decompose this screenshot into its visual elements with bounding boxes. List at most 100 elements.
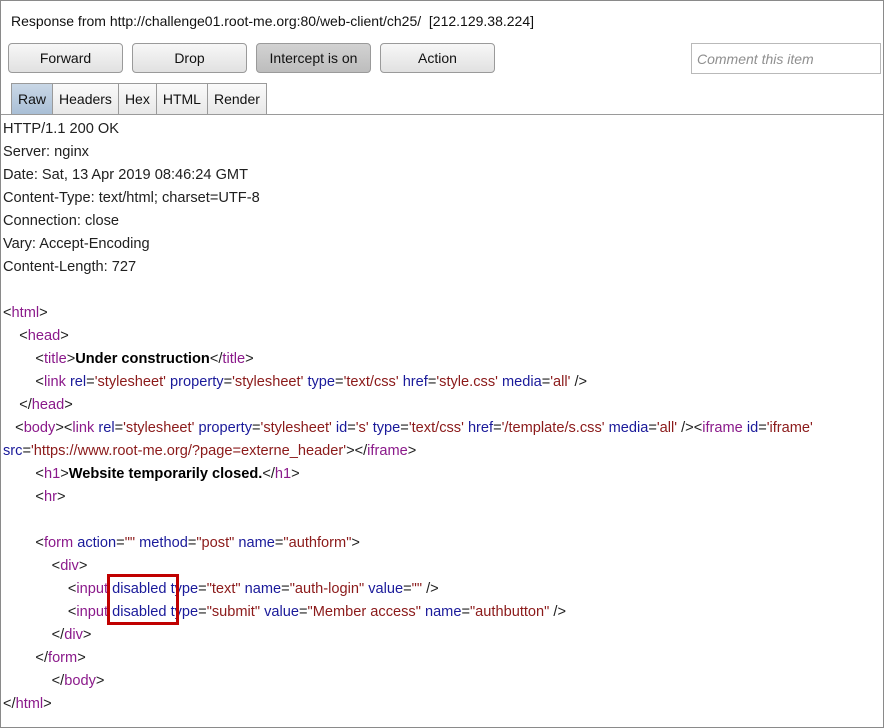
attribute-value: "auth-login" bbox=[289, 581, 365, 597]
tag-name: head bbox=[27, 328, 61, 344]
source-text: = bbox=[252, 420, 261, 436]
attribute-name: id bbox=[335, 420, 348, 436]
forward-button[interactable]: Forward bbox=[8, 43, 123, 73]
tab-raw[interactable]: Raw bbox=[11, 83, 54, 114]
attribute-name: action bbox=[77, 535, 117, 551]
attribute-name: name bbox=[238, 535, 275, 551]
html-source-line: <body><link rel='stylesheet' property='s… bbox=[3, 417, 883, 440]
attribute-name: property bbox=[170, 374, 224, 390]
source-text: > bbox=[407, 443, 417, 459]
attribute-name: src bbox=[3, 443, 23, 459]
html-source-line: </head> bbox=[3, 394, 883, 417]
source-text: < bbox=[3, 305, 12, 321]
html-source-line bbox=[3, 509, 883, 532]
attribute-value: 'text/css' bbox=[343, 374, 399, 390]
source-text: /> bbox=[570, 374, 588, 390]
tab-html[interactable]: HTML bbox=[155, 83, 208, 114]
source-text: </ bbox=[262, 466, 275, 482]
attribute-name: media bbox=[501, 374, 542, 390]
attribute-name: rel bbox=[98, 420, 115, 436]
source-text: /> bbox=[422, 581, 439, 597]
source-text: > bbox=[245, 351, 254, 367]
bold-text: Under construction bbox=[75, 351, 210, 367]
source-text: </ bbox=[209, 351, 223, 367]
source-text: > bbox=[95, 673, 105, 689]
comment-input[interactable] bbox=[691, 43, 881, 74]
attribute-name: href bbox=[467, 420, 494, 436]
source-text: < bbox=[3, 374, 44, 390]
response-body: <html> <head> <title>Under construction<… bbox=[3, 302, 883, 716]
tag-name: link bbox=[72, 420, 95, 436]
source-text: < bbox=[3, 581, 77, 597]
html-source-line: </div> bbox=[3, 624, 883, 647]
attribute-value: 'iframe' bbox=[766, 420, 813, 436]
source-text: = bbox=[299, 604, 308, 620]
tab-hex[interactable]: Hex bbox=[117, 83, 157, 114]
source-text: = bbox=[116, 535, 125, 551]
tag-name: body bbox=[23, 420, 56, 436]
source-text: > bbox=[82, 627, 92, 643]
source-text: </ bbox=[3, 627, 65, 643]
tag-name: head bbox=[31, 397, 65, 413]
source-text: = bbox=[403, 581, 412, 597]
source-text: < bbox=[3, 558, 61, 574]
tab-divider bbox=[1, 114, 883, 115]
source-text: = bbox=[281, 581, 290, 597]
tag-name: input bbox=[76, 581, 109, 597]
source-text: < bbox=[3, 328, 28, 344]
source-text: </ bbox=[3, 397, 32, 413]
attribute-value: 'stylesheet' bbox=[260, 420, 332, 436]
attribute-name: rel bbox=[69, 374, 87, 390]
source-text: > bbox=[64, 397, 73, 413]
html-source-line: <hr> bbox=[3, 486, 883, 509]
tab-render[interactable]: Render bbox=[206, 83, 267, 114]
source-text: > bbox=[66, 351, 76, 367]
tag-name: html bbox=[11, 305, 40, 321]
attribute-name: name bbox=[244, 581, 282, 597]
attribute-value: 'all' bbox=[550, 374, 571, 390]
source-text: = bbox=[22, 443, 31, 459]
tag-name: h1 bbox=[274, 466, 292, 482]
html-source-line: <link rel='stylesheet' property='stylesh… bbox=[3, 371, 883, 394]
html-source-line: </form> bbox=[3, 647, 883, 670]
intercept-toggle-button[interactable]: Intercept is on bbox=[256, 43, 371, 73]
attribute-name: value bbox=[368, 581, 404, 597]
action-button[interactable]: Action bbox=[380, 43, 495, 73]
html-source-line: <head> bbox=[3, 325, 883, 348]
disabled-attribute-highlight-box bbox=[107, 574, 179, 625]
attribute-value: '/template/s.css' bbox=[501, 420, 605, 436]
response-header-line: HTTP/1.1 200 OK bbox=[3, 121, 119, 137]
tag-name: iframe bbox=[367, 443, 408, 459]
attribute-value: 'stylesheet' bbox=[232, 374, 304, 390]
source-text: > bbox=[56, 489, 66, 505]
raw-response-text[interactable]: HTTP/1.1 200 OK Server: nginx Date: Sat,… bbox=[3, 118, 883, 716]
view-tabs: Raw Headers Hex HTML Render bbox=[11, 83, 267, 114]
source-text: = bbox=[198, 604, 207, 620]
source-text: > bbox=[60, 466, 69, 482]
tag-name: h1 bbox=[43, 466, 61, 482]
attribute-value: 'text/css' bbox=[408, 420, 464, 436]
attribute-name: type bbox=[372, 420, 401, 436]
source-text: = bbox=[541, 374, 551, 390]
source-text: = bbox=[86, 374, 95, 390]
html-source-line: <html> bbox=[3, 302, 883, 325]
source-text: = bbox=[114, 420, 124, 436]
source-text: < bbox=[3, 604, 77, 620]
attribute-value: 'style.css' bbox=[436, 374, 498, 390]
source-text: < bbox=[3, 466, 44, 482]
tab-headers[interactable]: Headers bbox=[52, 83, 119, 114]
attribute-value: "submit" bbox=[206, 604, 261, 620]
drop-button[interactable]: Drop bbox=[132, 43, 247, 73]
source-text: ></ bbox=[346, 443, 368, 459]
source-text: = bbox=[461, 604, 470, 620]
source-text: < bbox=[3, 420, 24, 436]
source-text: </ bbox=[3, 673, 65, 689]
message-editor-panel: Response from http://challenge01.root-me… bbox=[0, 0, 884, 728]
attribute-value: 'all' bbox=[656, 420, 678, 436]
html-source-line: <h1>Website temporarily closed.</h1> bbox=[3, 463, 883, 486]
source-text: = bbox=[493, 420, 502, 436]
source-text: > bbox=[39, 305, 48, 321]
source-text: </ bbox=[3, 696, 16, 712]
attribute-value: "text" bbox=[206, 581, 241, 597]
